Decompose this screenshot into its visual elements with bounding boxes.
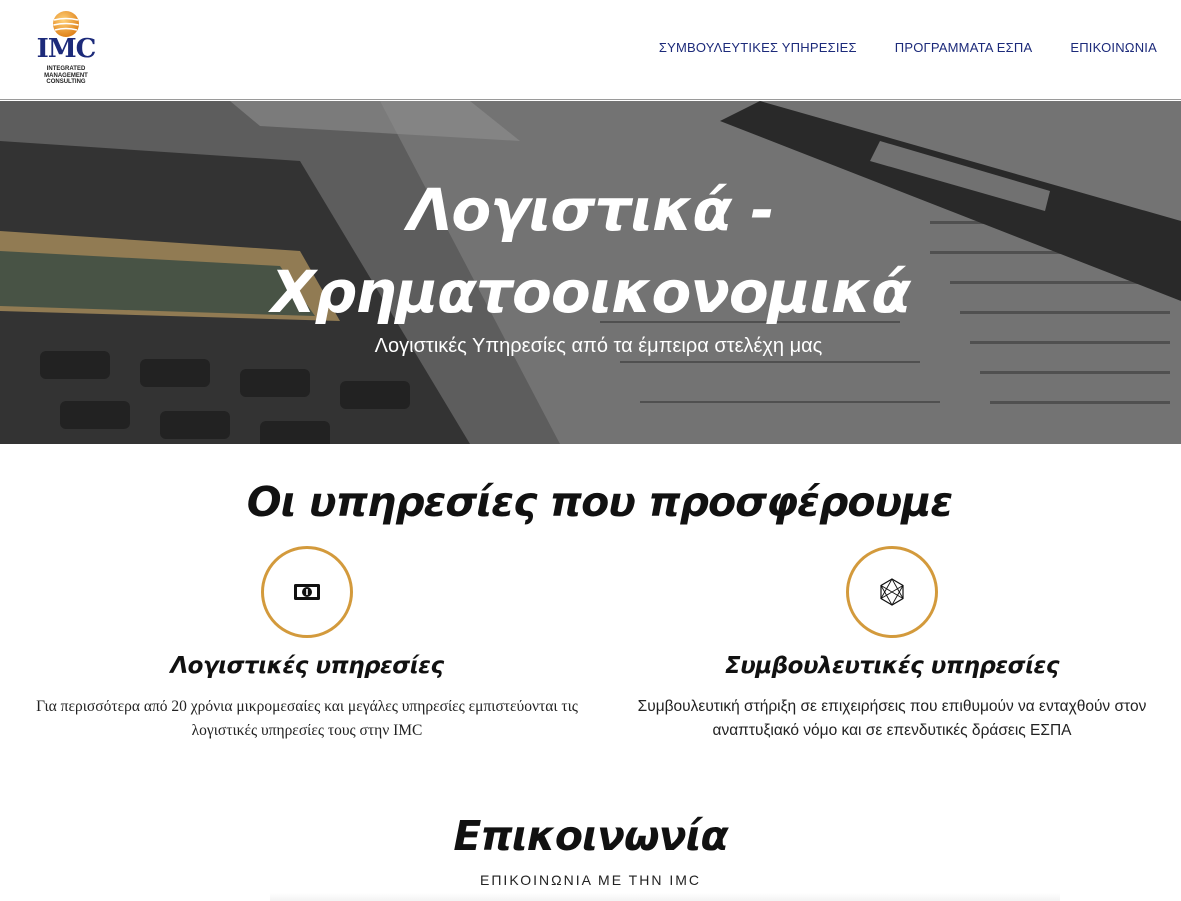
money-bill-icon	[294, 584, 320, 600]
hero-title-line: Λογιστικά -	[407, 176, 775, 244]
contact-title: Επικοινωνία	[453, 812, 728, 860]
nav-item-contact[interactable]: ΕΠΙΚΟΙΝΩΝΙΑ	[1070, 40, 1157, 55]
service-icon-circle	[261, 546, 353, 638]
hero-banner: Λογιστικά - Χρηματοοικονομικά Λογιστικές…	[0, 101, 1181, 444]
logo-text: IMC	[36, 34, 97, 64]
hero-title: Λογιστικά - Χρηματοοικονομικά	[0, 169, 1181, 333]
network-hexagon-icon	[880, 578, 904, 606]
imc-logo[interactable]: IMC INTEGRATED MANAGEMENT CONSULTING	[28, 10, 104, 88]
services-title: Οι υπηρεσίες που προσφέρουμε	[246, 478, 953, 526]
service-card-consulting: Συμβουλευτικές υπηρεσίες Συμβουλευτική σ…	[612, 546, 1172, 743]
service-card-accounting: Λογιστικές υπηρεσίες Για περισσότερα από…	[27, 546, 587, 743]
nav-item-espa[interactable]: ΠΡΟΓΡΑΜΜΑΤΑ ΕΣΠΑ	[895, 40, 1033, 55]
logo-subtitle: INTEGRATED MANAGEMENT CONSULTING	[28, 66, 104, 86]
service-heading: Συμβουλευτικές υπηρεσίες	[725, 653, 1059, 679]
contact-subtitle: ΕΠΙΚΟΙΝΩΝΙΑ ΜΕ ΤΗΝ IMC	[479, 872, 702, 888]
service-icon-circle	[846, 546, 938, 638]
hero-title-line: Χρηματοοικονομικά	[270, 258, 911, 326]
service-description: Συμβουλευτική στήριξη σε επιχειρήσεις πο…	[637, 698, 1147, 739]
service-description: Για περισσότερα από 20 χρόνια μικρομεσαί…	[36, 698, 578, 739]
nav-item-consulting[interactable]: ΣΥΜΒΟΥΛΕΥΤΙΚΕΣ ΥΠΗΡΕΣΙΕΣ	[659, 40, 857, 55]
site-header: IMC INTEGRATED MANAGEMENT CONSULTING ΣΥΜ…	[0, 0, 1181, 100]
logo-subtitle-line: CONSULTING	[46, 79, 86, 85]
contact-form-top	[270, 893, 1060, 901]
service-heading: Λογιστικές υπηρεσίες	[170, 653, 444, 679]
hero-subtitle: Λογιστικές Υπηρεσίες από τα έμπειρα στελ…	[374, 335, 823, 357]
main-nav: ΣΥΜΒΟΥΛΕΥΤΙΚΕΣ ΥΠΗΡΕΣΙΕΣ ΠΡΟΓΡΑΜΜΑΤΑ ΕΣΠ…	[659, 40, 1157, 55]
